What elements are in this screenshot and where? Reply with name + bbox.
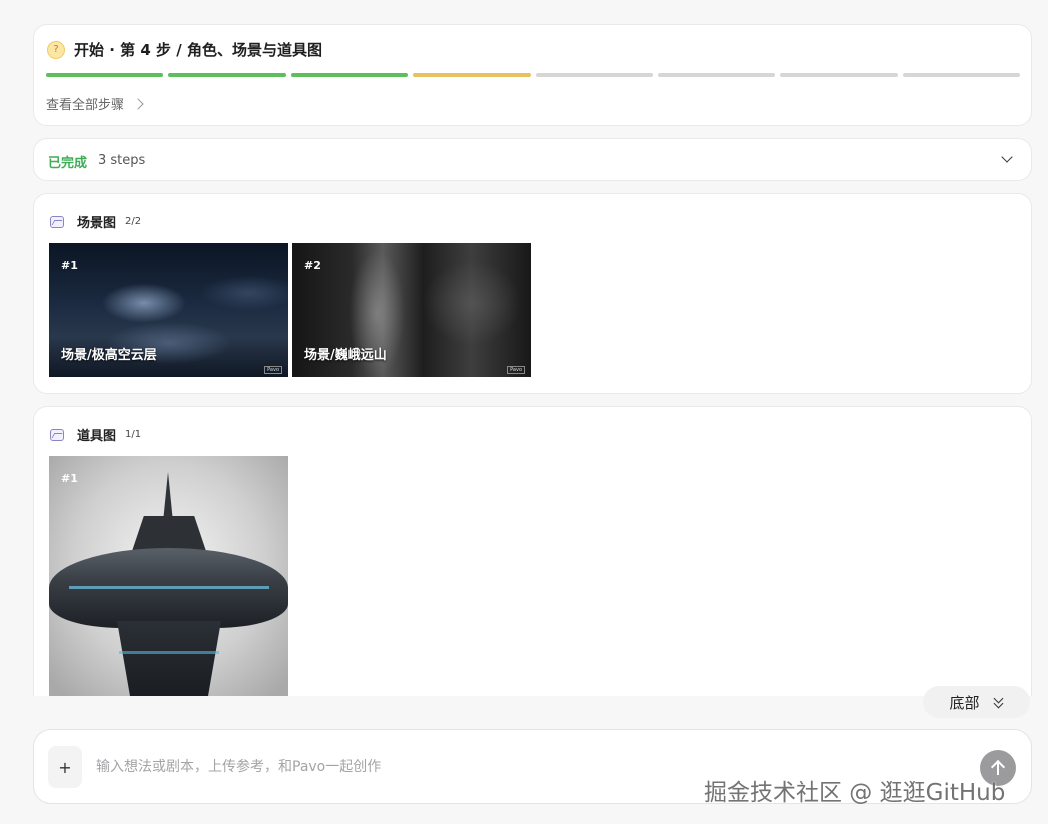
question-icon: ? <box>47 40 65 59</box>
thumbnail-caption: 场景/极高空云层 <box>61 348 157 363</box>
section-count: 2/2 <box>125 216 142 227</box>
prop-thumbnail[interactable]: #1 <box>49 456 288 696</box>
view-all-steps-label: 查看全部步骤 <box>46 98 125 113</box>
step-title: 开始 · 第 4 步 / 角色、场景与道具图 <box>74 41 322 59</box>
scene-images-section: 场景图 2/2 #1 场景/极高空云层 Pavo #2 场景/巍峨远山 Pavo <box>33 193 1032 394</box>
completed-steps-toggle[interactable]: 已完成 3 steps <box>33 138 1032 181</box>
scroll-to-bottom-button[interactable]: 底部 <box>923 686 1030 718</box>
scene-thumbnail[interactable]: #2 场景/巍峨远山 Pavo <box>292 243 531 377</box>
prop-images-section: 道具图 1/1 #1 <box>33 406 1032 696</box>
section-header: 场景图 2/2 <box>50 212 141 231</box>
thumbnail-number: #1 <box>61 259 78 272</box>
step-header: ? 开始 · 第 4 步 / 角色、场景与道具图 <box>47 39 322 60</box>
thumbnail-number: #2 <box>304 259 321 272</box>
section-count: 1/1 <box>125 429 142 440</box>
add-attachment-button[interactable]: + <box>48 746 82 788</box>
scroll-to-bottom-label: 底部 <box>949 693 980 712</box>
scene-thumbnail[interactable]: #1 场景/极高空云层 Pavo <box>49 243 288 377</box>
thumbnail-watermark: Pavo <box>264 366 282 374</box>
app-page: ? 开始 · 第 4 步 / 角色、场景与道具图 查看全部步骤 已完成 3 st… <box>0 0 1048 824</box>
image-icon <box>50 215 64 228</box>
spaceship-lower-glow <box>119 651 219 654</box>
thumbnail-caption: 场景/巍峨远山 <box>304 348 387 363</box>
progress-segment <box>46 73 164 77</box>
spaceship-lower-hull <box>117 621 221 696</box>
section-header: 道具图 1/1 <box>50 425 141 444</box>
spaceship-light-ring <box>69 586 269 589</box>
completed-status: 已完成 <box>48 156 88 171</box>
chevron-right-icon <box>132 97 144 110</box>
progress-segment <box>535 73 653 77</box>
progress-segment <box>290 73 409 77</box>
site-watermark: 掘金技术社区 @ 逛逛GitHub <box>704 780 1006 806</box>
image-icon <box>50 428 64 441</box>
double-chevron-down-icon <box>993 693 1004 709</box>
section-title: 场景图 <box>77 216 117 231</box>
progress-segment <box>902 73 1020 77</box>
progress-segment <box>657 73 776 77</box>
progress-segment <box>168 73 286 77</box>
thumbnail-watermark: Pavo <box>507 366 525 374</box>
completed-steps-count: 3 steps <box>98 153 146 168</box>
chevron-down-icon <box>1001 151 1013 163</box>
step-progress-card: ? 开始 · 第 4 步 / 角色、场景与道具图 查看全部步骤 <box>33 24 1032 126</box>
progress-segment <box>413 73 531 77</box>
section-title: 道具图 <box>77 429 117 444</box>
thumbnail-number: #1 <box>61 472 78 485</box>
view-all-steps-link[interactable]: 查看全部步骤 <box>46 94 144 113</box>
step-progress-bar <box>46 73 1020 77</box>
progress-segment <box>780 73 898 77</box>
